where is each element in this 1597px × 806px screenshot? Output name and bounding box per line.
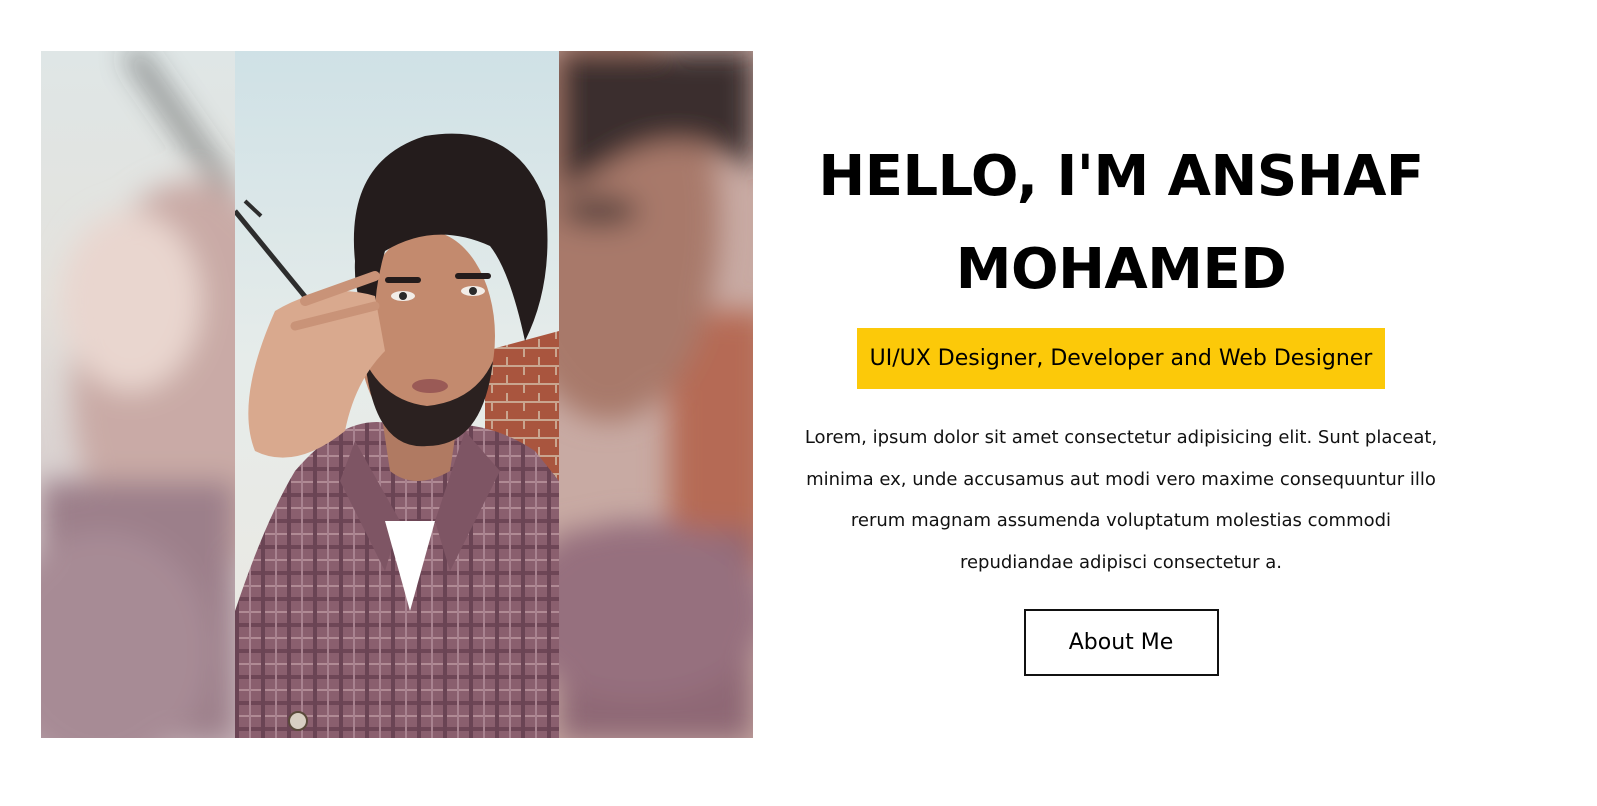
hero-section: HELLO, I'M ANSHAF MOHAMED UI/UX Designer… — [0, 0, 1597, 806]
page-title: HELLO, I'M ANSHAF MOHAMED — [790, 130, 1452, 316]
photo-blur-right-panel — [559, 51, 753, 738]
about-me-button[interactable]: About Me — [1023, 609, 1219, 676]
role-badge: UI/UX Designer, Developer and Web Design… — [856, 328, 1386, 389]
intro-paragraph: Lorem, ipsum dolor sit amet consectetur … — [804, 427, 1438, 573]
profile-photo — [41, 51, 753, 738]
intro-content: HELLO, I'M ANSHAF MOHAMED UI/UX Designer… — [790, 130, 1452, 676]
photo-center-strip — [235, 51, 559, 738]
headline-line-2: MOHAMED — [955, 237, 1287, 302]
headline-line-1: HELLO, I'M ANSHAF — [818, 144, 1424, 209]
photo-blur-left-panel — [41, 51, 235, 738]
